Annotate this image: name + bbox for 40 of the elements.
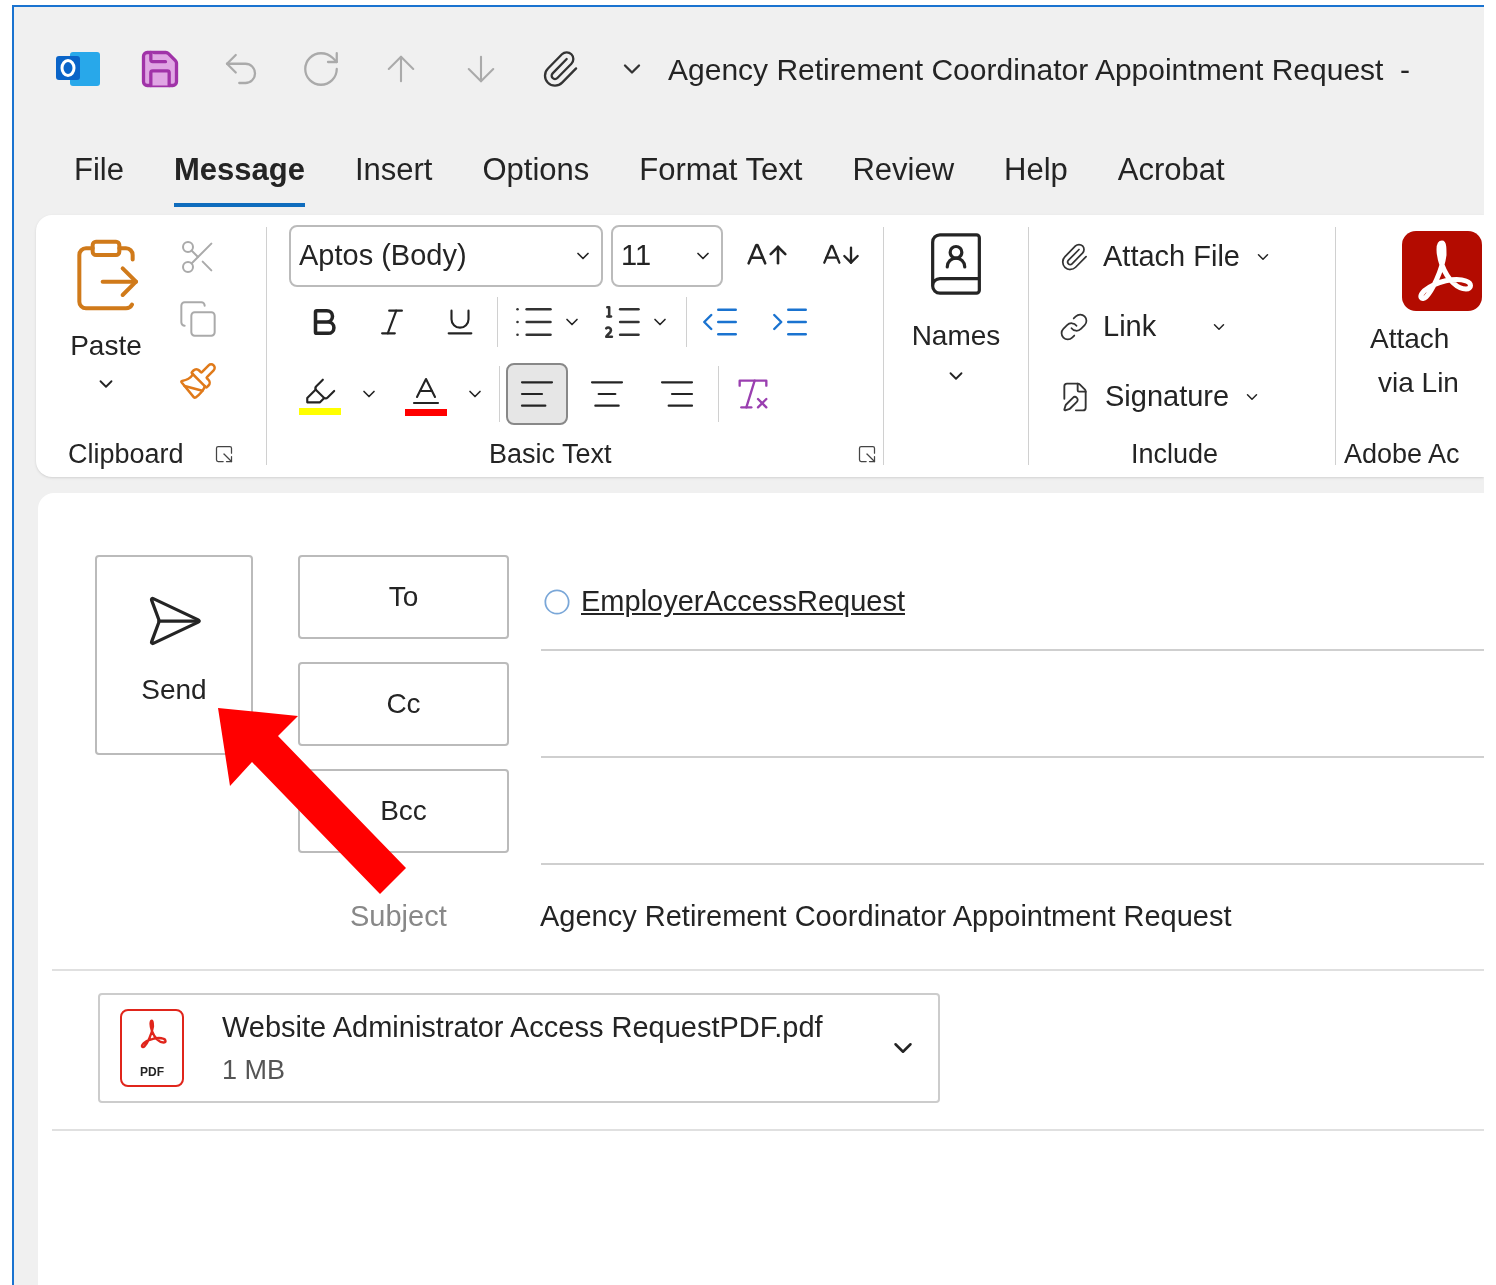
ribbon-tab[interactable]: Review	[852, 146, 955, 207]
recipient-button[interactable]: To	[298, 555, 509, 639]
ribbon-tab[interactable]: Help	[1004, 146, 1068, 207]
send-button[interactable]: Send	[95, 555, 253, 755]
ribbon-tab[interactable]: Acrobat	[1117, 146, 1225, 207]
pdf-file-icon: PDF	[120, 1009, 184, 1087]
include-button[interactable]: Link	[1059, 305, 1335, 349]
group-label: Basic Text	[489, 437, 612, 471]
group-label: Clipboard	[68, 437, 184, 471]
recipient-name[interactable]: EmployerAccessRequest	[581, 580, 905, 624]
outlook-logo-icon[interactable]	[56, 50, 100, 88]
ribbon-tab[interactable]: Message	[173, 146, 305, 207]
subject-field[interactable]: Agency Retirement Coordinator Appointment Request	[540, 895, 1232, 939]
status-circle-icon	[543, 588, 571, 616]
include-button[interactable]: Attach File	[1059, 235, 1335, 279]
link-icon	[1059, 312, 1089, 342]
group-label: Adobe Ac	[1344, 437, 1460, 471]
dialog-launcher-icon[interactable]	[857, 444, 877, 464]
ribbon-tab[interactable]: Format Text	[639, 146, 803, 207]
subject-label: Subject	[350, 899, 448, 935]
names-button[interactable]: Names	[884, 215, 1028, 477]
group-label: Include	[1131, 437, 1219, 471]
paste-button[interactable]: Paste	[56, 235, 156, 431]
ribbon-tab[interactable]: Options	[482, 146, 590, 207]
attach-via-link-button[interactable]: Attach via Lin	[1344, 215, 1484, 431]
recipient-field[interactable]: EmployerAccessRequest	[541, 555, 1484, 651]
recipient-button[interactable]: Cc	[298, 662, 509, 746]
align-button[interactable]	[506, 363, 568, 425]
window-title: Agency Retirement Coordinator Appointment Request -	[668, 51, 1411, 88]
paperclip-icon	[1059, 242, 1089, 272]
font-size-dropdown[interactable]: 11	[611, 225, 723, 287]
dialog-launcher-icon[interactable]	[213, 444, 234, 464]
attachment-size: 1 MB	[222, 1053, 287, 1087]
ribbon-tab[interactable]: Insert	[354, 146, 433, 207]
paintbrush-icon[interactable]	[178, 361, 218, 401]
font-name-dropdown[interactable]: Aptos (Body)	[289, 225, 603, 287]
include-button[interactable]: Signature	[1059, 375, 1335, 419]
attachment-name: Website Administrator Access RequestPDF.pdf	[222, 1010, 823, 1045]
attachment-card[interactable]: PDF Website Administrator Access RequestPDF.pdf 1 MB	[98, 993, 940, 1103]
ribbon-tab[interactable]: File	[74, 146, 124, 207]
